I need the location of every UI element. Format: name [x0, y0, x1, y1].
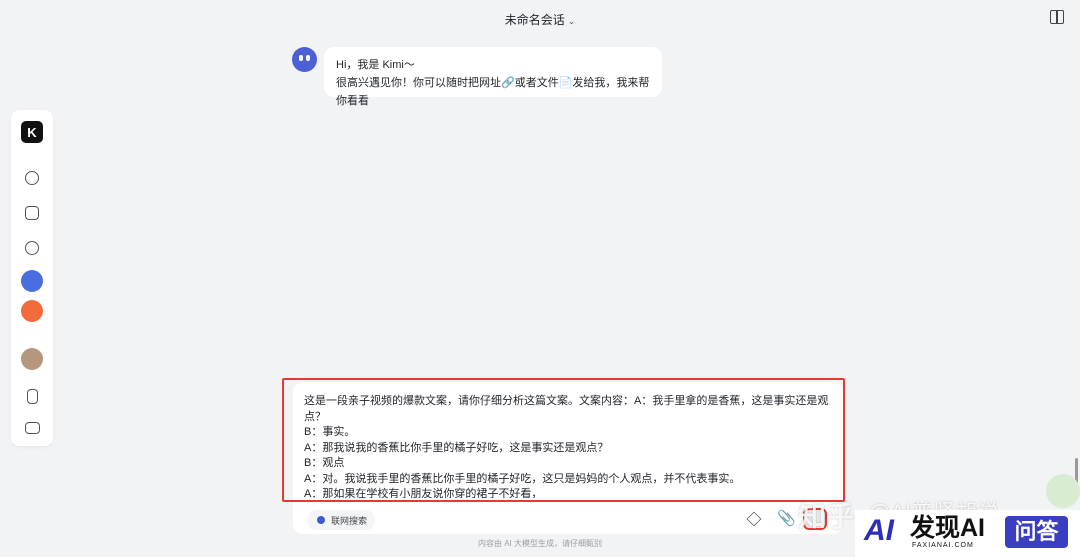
floating-widget-icon[interactable]	[1046, 474, 1080, 508]
conversation-title[interactable]: 未命名会话 ⌄	[0, 11, 1080, 28]
conversation-title-text: 未命名会话	[504, 13, 565, 27]
brand-name: 发现AI	[910, 514, 986, 542]
mobile-app-icon[interactable]	[21, 385, 43, 407]
brand-domain: FAXIANAI.COM	[912, 542, 974, 549]
desktop-app-icon[interactable]	[21, 417, 43, 439]
greeting-text: Hi，我是 Kimi～	[336, 59, 415, 71]
explore-icon[interactable]	[21, 237, 43, 259]
kimi-logo[interactable]: K	[21, 121, 43, 143]
attach-icon[interactable]: 📎	[777, 509, 796, 527]
web-search-icon	[317, 516, 325, 524]
brand-qa-badge: 问答	[1005, 516, 1068, 548]
intro-text: 很高兴遇见你！你可以随时把网址🔗或者文件📄发给我，我来帮你看看	[336, 77, 650, 107]
input-toolbar: 联网搜索 📎	[303, 508, 833, 532]
web-search-toggle[interactable]: 联网搜索	[307, 510, 376, 530]
sidebar-toggle-icon[interactable]	[1050, 10, 1064, 24]
new-chat-icon[interactable]	[21, 167, 43, 189]
user-avatar[interactable]	[21, 348, 43, 370]
bot-avatar-icon[interactable]	[21, 270, 43, 292]
top-bar: 未命名会话 ⌄	[0, 0, 1080, 36]
assistant-message: Hi，我是 Kimi～ 很高兴遇见你！你可以随时把网址🔗或者文件📄发给我，我来帮…	[324, 47, 662, 107]
app-avatar-icon[interactable]	[21, 300, 43, 322]
history-icon[interactable]	[21, 202, 43, 224]
zhihu-watermark: 知乎	[798, 501, 855, 532]
kimi-avatar	[292, 47, 317, 72]
chat-input-field[interactable]: 这是一段亲子视频的爆款文案，请你仔细分析这篇文案。文案内容：A：我手里拿的是香蕉…	[304, 394, 834, 498]
web-search-label: 联网搜索	[331, 515, 368, 526]
sidebar: K	[11, 110, 53, 446]
model-cube-icon[interactable]	[746, 511, 762, 527]
brand-logo-icon: AI	[864, 514, 894, 547]
chevron-down-icon: ⌄	[567, 16, 576, 26]
